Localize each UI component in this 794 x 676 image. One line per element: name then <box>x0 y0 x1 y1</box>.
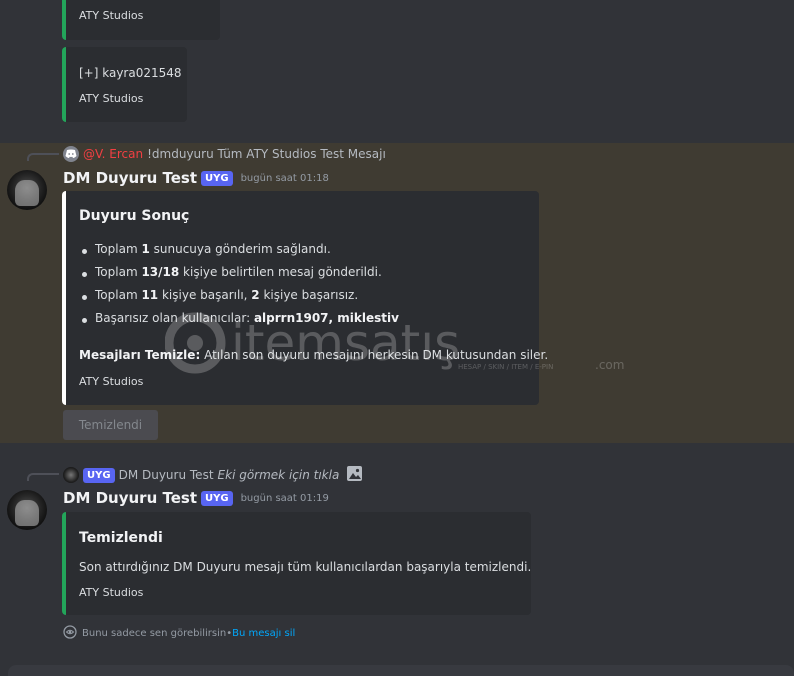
embed-clean-note: Mesajları Temizle: Atılan son duyuru mes… <box>79 348 548 362</box>
reply-username[interactable]: DM Duyuru Test <box>119 468 214 482</box>
message-header: DM Duyuru Test UYG bugün saat 01:18 <box>63 169 329 187</box>
reply-line <box>27 153 59 161</box>
embed-footer: ATY Studios <box>79 586 144 599</box>
reply-line <box>27 473 59 481</box>
image-icon <box>346 465 363 485</box>
timestamp: bugün saat 01:18 <box>240 172 329 184</box>
embed-footer: ATY Studios <box>79 375 144 388</box>
embed-footer: ATY Studios <box>79 9 144 22</box>
embed-duyuru-sonuc: Duyuru Sonuç Toplam 1 sunucuya gönderim … <box>62 191 548 405</box>
list-item: Toplam 11 kişiye başarılı, 2 kişiye başa… <box>79 288 529 302</box>
reply-mention[interactable]: @V. Ercan <box>83 147 143 161</box>
ephemeral-notice: Bunu sadece sen görebilirsin • Bu mesajı… <box>63 625 295 642</box>
embed-previous-2: [+] kayra021548 ATY Studios <box>62 47 187 122</box>
delete-message-link[interactable]: Bu mesajı sil <box>232 628 295 639</box>
avatar <box>63 467 79 483</box>
avatar[interactable] <box>7 170 47 210</box>
message-composer[interactable] <box>8 665 794 676</box>
eye-icon <box>63 625 77 642</box>
ephemeral-text: Bunu sadece sen görebilirsin <box>82 628 227 639</box>
reply-text[interactable]: !dmduyuru Tüm ATY Studios Test Mesajı <box>147 147 386 161</box>
embed-footer: ATY Studios <box>79 92 144 105</box>
avatar[interactable] <box>7 490 47 530</box>
message-header: DM Duyuru Test UYG bugün saat 01:19 <box>63 489 329 507</box>
embed-temizlendi: Temizlendi Son attırdığınız DM Duyuru me… <box>62 512 531 615</box>
list-item: Toplam 1 sunucuya gönderim sağlandı. <box>79 242 529 256</box>
embed-title: Duyuru Sonuç <box>79 208 190 224</box>
clean-label: Mesajları Temizle: <box>79 348 201 362</box>
app-badge: UYG <box>201 490 233 506</box>
clean-text: Atılan son duyuru mesajını herkesin DM k… <box>200 348 549 362</box>
reply-attachment-text[interactable]: Eki görmek için tıkla <box>218 468 340 482</box>
timestamp: bugün saat 01:19 <box>240 492 329 504</box>
list-item: Başarısız olan kullanıcılar: alprrn1907,… <box>79 311 529 325</box>
embed-bullet-list: Toplam 1 sunucuya gönderim sağlandı. Top… <box>79 242 529 331</box>
app-badge: UYG <box>83 467 115 483</box>
app-badge: UYG <box>201 170 233 186</box>
reply-preview[interactable]: UYG DM Duyuru Test Eki görmek için tıkla <box>63 465 363 485</box>
discord-icon <box>63 146 79 162</box>
username[interactable]: DM Duyuru Test <box>63 169 197 187</box>
embed-text: [+] kayra021548 <box>79 66 182 80</box>
temizlendi-button[interactable]: Temizlendi <box>63 410 158 440</box>
embed-title: Temizlendi <box>79 530 163 546</box>
embed-text: Son attırdığınız DM Duyuru mesajı tüm ku… <box>79 560 532 574</box>
reply-preview[interactable]: @V. Ercan !dmduyuru Tüm ATY Studios Test… <box>63 146 386 162</box>
username[interactable]: DM Duyuru Test <box>63 489 197 507</box>
embed-previous-1: ATY Studios <box>62 0 220 40</box>
list-item: Toplam 13/18 kişiye belirtilen mesaj gön… <box>79 265 529 279</box>
